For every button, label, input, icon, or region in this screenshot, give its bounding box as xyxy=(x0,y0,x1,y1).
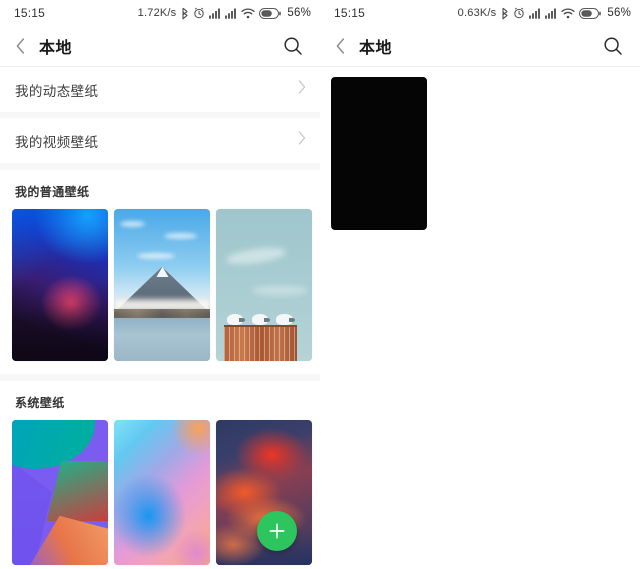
add-wallpaper-button[interactable] xyxy=(257,511,297,551)
network-speed-text: 1.72K/s xyxy=(137,7,177,19)
status-icons-group: 1.72K/s 56% xyxy=(138,7,311,20)
dual-screenshot-container: 15:15 1.72K/s 56% 本地 我的动态壁纸 我的视频壁纸 我的普通壁… xyxy=(0,0,640,569)
search-icon[interactable] xyxy=(280,33,306,59)
wifi-icon xyxy=(241,7,256,19)
list-item-video-wallpapers[interactable]: 我的视频壁纸 xyxy=(0,118,320,163)
right-phone-screen: 15:15 0.63K/s 56% 本地 xyxy=(320,0,640,569)
section-title: 我的普通壁纸 xyxy=(15,185,90,199)
bluetooth-icon xyxy=(501,7,509,20)
signal-sim1-icon xyxy=(529,8,541,19)
page-title: 本地 xyxy=(39,40,73,57)
wifi-icon xyxy=(561,7,576,19)
signal-sim2-icon xyxy=(225,8,237,19)
alarm-icon xyxy=(513,7,525,19)
battery-icon xyxy=(259,7,282,19)
empty-wallpaper-area xyxy=(320,67,640,569)
battery-percent-text: 56% xyxy=(287,7,311,19)
list-item-label: 我的视频壁纸 xyxy=(15,134,99,150)
page-title: 本地 xyxy=(359,40,393,57)
wallpaper-thumb-miui-geometric[interactable] xyxy=(12,420,108,565)
section-title: 系统壁纸 xyxy=(15,396,65,410)
status-time: 15:15 xyxy=(14,6,46,20)
status-time: 15:15 xyxy=(334,6,366,20)
wallpaper-thumb-cyan-pink-gradient[interactable] xyxy=(114,420,210,565)
network-speed-text: 0.63K/s xyxy=(457,7,497,19)
battery-icon xyxy=(579,7,602,19)
wallpaper-thumb-mountain-lake[interactable] xyxy=(114,209,210,361)
section-divider xyxy=(0,374,320,381)
chevron-left-icon[interactable] xyxy=(16,35,32,57)
wallpaper-category-list: 我的动态壁纸 我的视频壁纸 xyxy=(0,67,320,163)
plus-icon xyxy=(269,523,285,539)
nav-bar: 本地 xyxy=(320,26,640,66)
signal-sim2-icon xyxy=(545,8,557,19)
section-my-wallpapers: 我的普通壁纸 xyxy=(0,170,320,361)
status-bar: 15:15 0.63K/s 56% xyxy=(320,0,640,26)
chevron-left-icon[interactable] xyxy=(336,35,352,57)
section-divider xyxy=(0,163,320,170)
list-item-live-wallpapers[interactable]: 我的动态壁纸 xyxy=(0,67,320,112)
wallpaper-grid xyxy=(0,209,320,361)
list-item-label: 我的动态壁纸 xyxy=(15,83,99,99)
bluetooth-icon xyxy=(181,7,189,20)
blank-black-wallpaper-tile[interactable] xyxy=(331,77,427,230)
signal-sim1-icon xyxy=(209,8,221,19)
wallpaper-thumb-blue-purple-abstract[interactable] xyxy=(12,209,108,361)
alarm-icon xyxy=(193,7,205,19)
status-bar: 15:15 1.72K/s 56% xyxy=(0,0,320,26)
search-icon[interactable] xyxy=(600,33,626,59)
wallpaper-thumb-seagulls[interactable] xyxy=(216,209,312,361)
status-icons-group: 0.63K/s 56% xyxy=(458,7,631,20)
chevron-right-icon xyxy=(298,131,306,150)
chevron-right-icon xyxy=(298,80,306,99)
battery-percent-text: 56% xyxy=(607,7,631,19)
left-phone-screen: 15:15 1.72K/s 56% 本地 我的动态壁纸 我的视频壁纸 我的普通壁… xyxy=(0,0,320,569)
nav-bar: 本地 xyxy=(0,26,320,66)
